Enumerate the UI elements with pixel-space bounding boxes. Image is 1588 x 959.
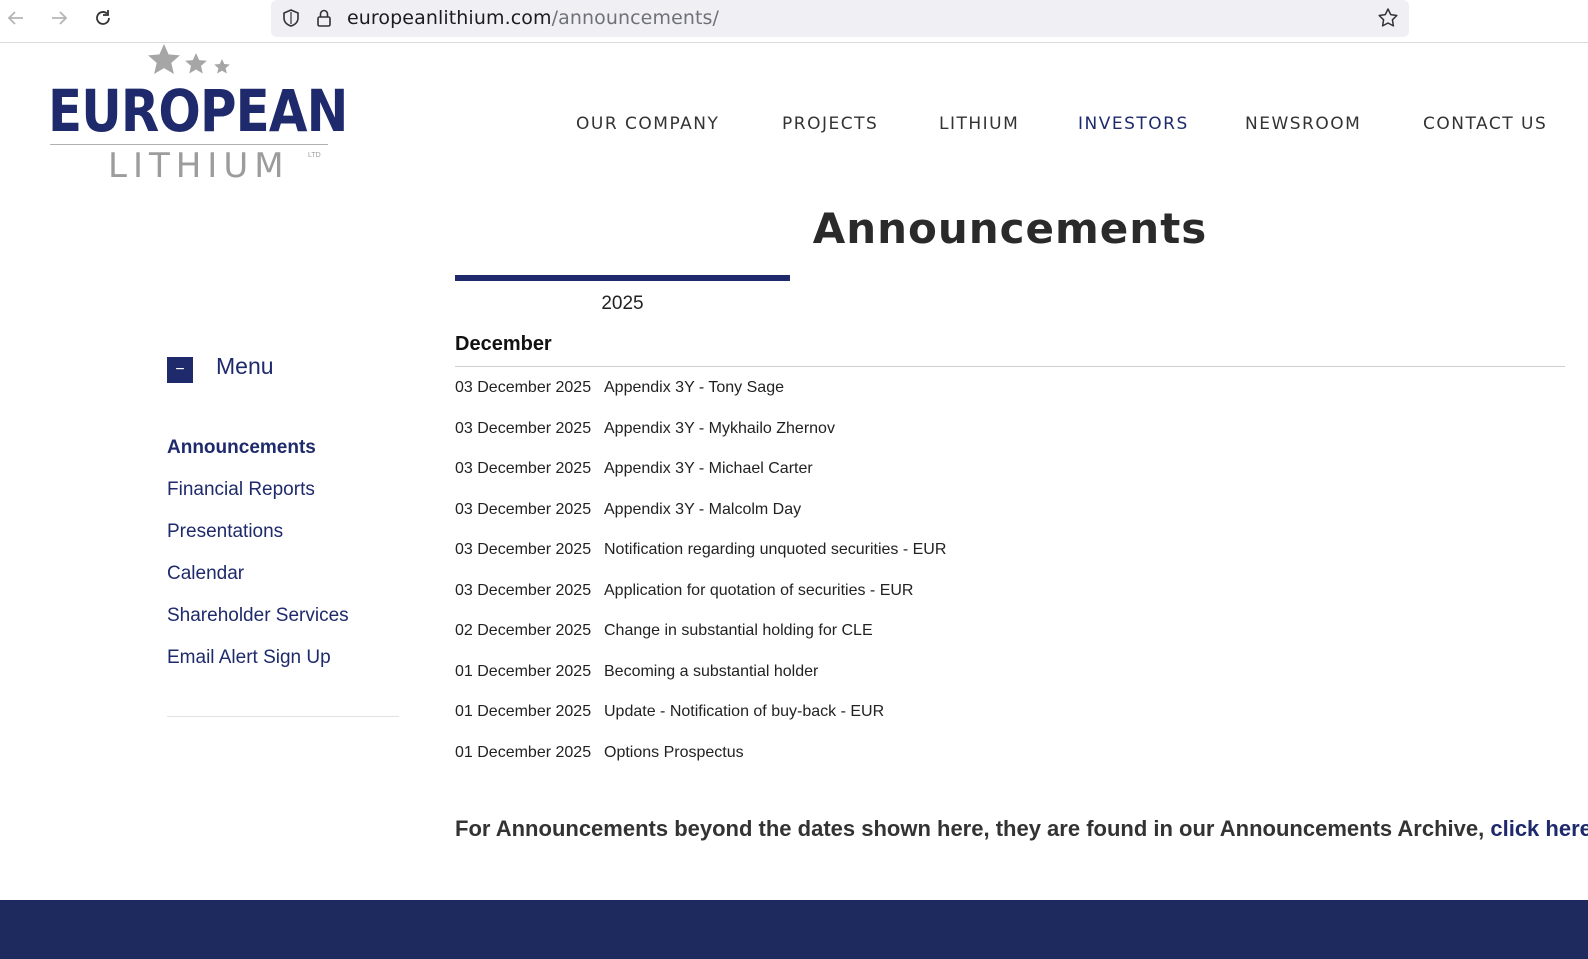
- announcement-row: 01 December 2025 Becoming a substantial h…: [455, 661, 1565, 702]
- announcement-row: 03 December 2025 Application for quotatio…: [455, 580, 1565, 621]
- announcement-row: 03 December 2025 Appendix 3Y - Malcolm Da…: [455, 499, 1565, 540]
- sidebar-item-presentations[interactable]: Presentations: [167, 521, 399, 563]
- announcement-row: 03 December 2025 Appendix 3Y - Tony Sage: [455, 377, 1565, 418]
- announcement-date: 03 December 2025: [455, 541, 592, 558]
- month-divider: [455, 366, 1565, 367]
- shield-icon[interactable]: [281, 8, 301, 28]
- archive-link[interactable]: click here.: [1490, 816, 1588, 841]
- tab-year-2025[interactable]: 2025: [455, 275, 790, 319]
- url-path: /announcements/: [551, 7, 720, 29]
- year-tab-label: 2025: [601, 293, 644, 314]
- announcement-link[interactable]: Appendix 3Y - Mykhailo Zhernov: [604, 418, 835, 440]
- announcement-row: 01 December 2025 Options Prospectus: [455, 742, 1565, 783]
- bookmark-star-icon[interactable]: [1377, 7, 1399, 29]
- archive-text: For Announcements beyond the dates shown…: [455, 816, 1491, 841]
- announcement-row: 02 December 2025 Change in substantial ho…: [455, 620, 1565, 661]
- logo-divider: [50, 144, 328, 145]
- announcement-date: 01 December 2025: [455, 703, 592, 720]
- reload-icon[interactable]: [90, 5, 116, 31]
- lock-icon[interactable]: [315, 8, 333, 28]
- nav-lithium[interactable]: LITHIUM: [939, 114, 1019, 134]
- announcement-date: 01 December 2025: [455, 662, 592, 680]
- address-bar[interactable]: europeanlithium.com/announcements/: [271, 0, 1409, 37]
- announcement-row: 03 December 2025 Appendix 3Y - Mykhailo Z…: [455, 418, 1565, 459]
- url-text[interactable]: europeanlithium.com/announcements/: [347, 8, 719, 28]
- nav-newsroom[interactable]: NEWSROOM: [1245, 114, 1361, 134]
- forward-icon[interactable]: [46, 5, 72, 31]
- archive-note: For Announcements beyond the dates shown…: [455, 816, 1588, 842]
- announcement-link[interactable]: Appendix 3Y - Malcolm Day: [604, 499, 801, 521]
- announcement-link[interactable]: Appendix 3Y - Michael Carter: [604, 458, 813, 480]
- logo-wordmark-lithium: LITHIUM: [108, 146, 290, 186]
- nav-investors[interactable]: INVESTORS: [1078, 114, 1189, 134]
- site-footer: [0, 900, 1588, 959]
- sidebar-item-shareholder-services[interactable]: Shareholder Services: [167, 605, 399, 647]
- announcement-link[interactable]: Application for quotation of securities …: [604, 580, 913, 602]
- announcement-link[interactable]: Becoming a substantial holder: [604, 661, 818, 683]
- announcement-link[interactable]: Appendix 3Y - Tony Sage: [604, 377, 784, 399]
- announcement-link[interactable]: Change in substantial holding for CLE: [604, 620, 873, 642]
- announcement-link[interactable]: Update - Notification of buy-back - EUR: [604, 701, 884, 723]
- announcement-date: 03 December 2025: [455, 500, 592, 518]
- nav-contact-us[interactable]: CONTACT US: [1423, 114, 1547, 134]
- url-host: europeanlithium.com: [347, 7, 552, 29]
- menu-label[interactable]: Menu: [216, 353, 274, 380]
- announcement-link[interactable]: Notification regarding unquoted securiti…: [604, 539, 946, 561]
- announcement-row: 01 December 2025 Update - Notification of…: [455, 701, 1565, 742]
- announcement-link[interactable]: Options Prospectus: [604, 742, 744, 764]
- announcement-row: 03 December 2025 Notification regarding u…: [455, 539, 1565, 580]
- sidebar-item-financial-reports[interactable]: Financial Reports: [167, 479, 399, 521]
- sidebar-item-email-alert-sign-up[interactable]: Email Alert Sign Up: [167, 647, 399, 689]
- main-navigation: OUR COMPANY PROJECTS LITHIUM INVESTORS N…: [0, 114, 1588, 136]
- announcement-date: 02 December 2025: [455, 622, 592, 639]
- page-title: Announcements: [812, 204, 1208, 253]
- announcement-list: 03 December 2025 Appendix 3Y - Tony Sage …: [455, 377, 1565, 782]
- announcement-date: 03 December 2025: [455, 581, 592, 599]
- browser-toolbar: europeanlithium.com/announcements/: [0, 0, 1588, 43]
- nav-our-company[interactable]: OUR COMPANY: [576, 114, 719, 134]
- sidebar-item-announcements[interactable]: Announcements: [167, 437, 399, 479]
- month-heading: December: [455, 333, 552, 355]
- nav-projects[interactable]: PROJECTS: [782, 114, 878, 134]
- sidebar-divider: [167, 716, 399, 717]
- announcement-row: 03 December 2025 Appendix 3Y - Michael Ca…: [455, 458, 1565, 499]
- logo-ltd: LTD: [308, 152, 321, 159]
- back-icon[interactable]: [3, 5, 29, 31]
- logo-stars-icon: [148, 44, 230, 74]
- announcement-date: 01 December 2025: [455, 743, 592, 761]
- sidebar-item-calendar[interactable]: Calendar: [167, 563, 399, 605]
- sidebar-menu: Announcements Financial Reports Presenta…: [167, 437, 399, 689]
- menu-collapse-button[interactable]: −: [167, 357, 193, 383]
- announcement-date: 03 December 2025: [455, 419, 592, 437]
- announcement-date: 03 December 2025: [455, 460, 592, 477]
- announcement-date: 03 December 2025: [455, 379, 592, 396]
